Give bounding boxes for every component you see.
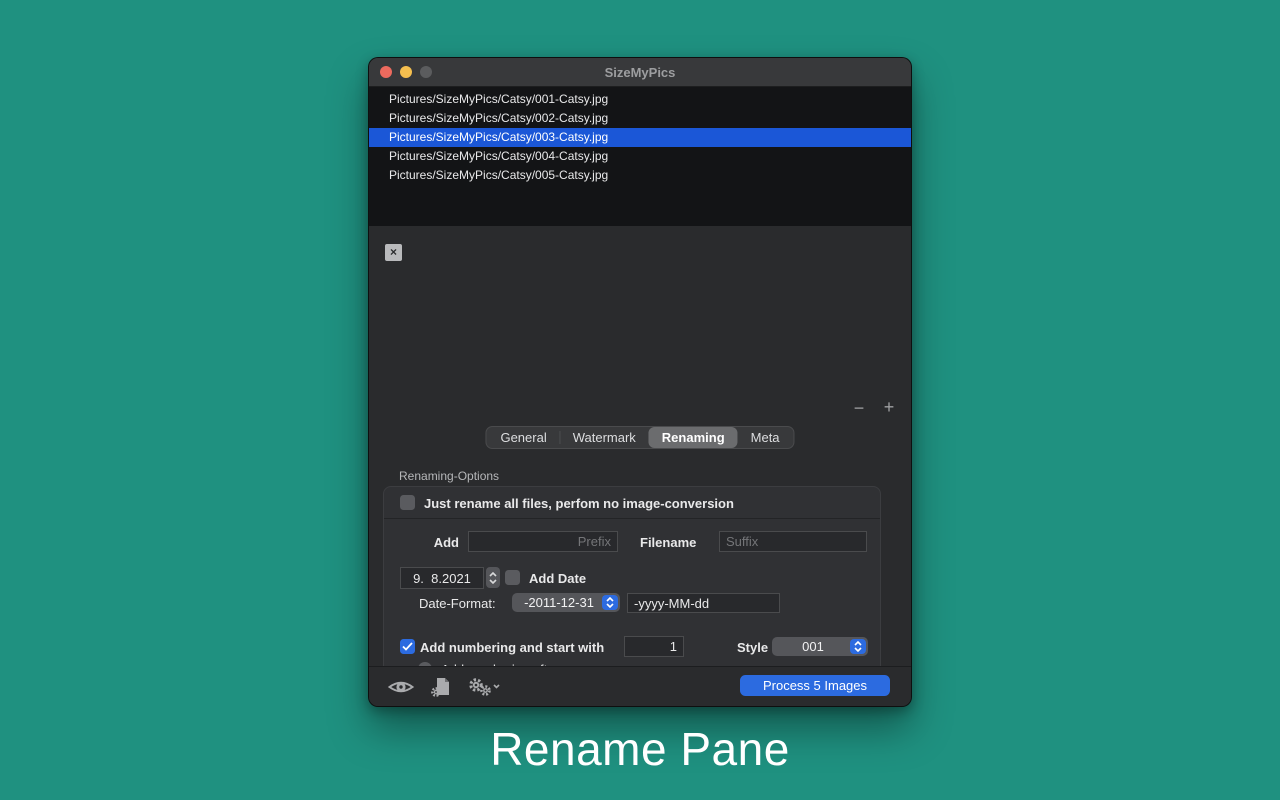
process-images-button[interactable]: Process 5 Images [740,675,890,696]
preview-eye-icon[interactable] [387,678,415,696]
date-format-custom-input[interactable] [627,593,780,613]
settings-pane: × − + General Watermark Renaming Meta Re… [369,226,911,707]
file-list-item[interactable]: Pictures/SizeMyPics/Catsy/005-Catsy.jpg [369,166,911,185]
date-stepper[interactable] [486,567,500,588]
tab-general[interactable]: General [487,427,559,448]
just-rename-label: Just rename all files, perfom no image-c… [424,496,734,511]
renaming-options-label: Renaming-Options [399,469,499,483]
date-format-label: Date-Format: [419,596,496,611]
prefix-input[interactable] [468,531,618,552]
file-list-item[interactable]: Pictures/SizeMyPics/Catsy/001-Catsy.jpg [369,90,911,109]
just-rename-checkbox[interactable] [400,495,415,510]
style-label: Style [737,640,768,655]
bottom-toolbar: Process 5 Images [369,666,911,706]
tab-renaming[interactable]: Renaming [649,427,738,448]
caption-text: Rename Pane [0,722,1280,776]
tab-meta[interactable]: Meta [738,427,793,448]
convert-document-icon[interactable] [429,676,453,698]
tab-watermark[interactable]: Watermark [560,427,649,448]
chevron-up-icon [489,572,497,577]
chevron-down-icon [489,579,497,584]
rename-all-checkbox[interactable] [400,706,415,707]
file-list-item[interactable]: Pictures/SizeMyPics/Catsy/002-Catsy.jpg [369,109,911,128]
suffix-input[interactable] [719,531,867,552]
add-label: Add [384,535,459,550]
remove-file-button[interactable]: − [847,399,871,419]
check-icon [402,642,413,651]
window-title: SizeMyPics [369,65,911,80]
add-date-checkbox[interactable] [505,570,520,585]
add-file-button[interactable]: + [877,398,901,418]
numbering-start-input[interactable] [624,636,684,657]
date-format-popup[interactable]: -2011-12-31 [512,593,620,612]
broken-image-placeholder-icon: × [385,244,402,261]
filename-label: Filename [640,535,696,550]
style-popup-value: 001 [772,639,850,654]
popup-stepper-icon [850,639,866,654]
date-format-popup-value: -2011-12-31 [512,595,602,610]
group-divider [384,518,880,519]
add-date-label: Add Date [529,571,586,586]
chevron-down-icon [494,685,499,688]
app-window: SizeMyPics Pictures/SizeMyPics/Catsy/001… [368,57,912,707]
process-gears-menu-icon[interactable] [467,676,501,698]
add-numbering-checkbox[interactable] [400,639,415,654]
file-list[interactable]: Pictures/SizeMyPics/Catsy/001-Catsy.jpg … [369,87,911,226]
add-numbering-label: Add numbering and start with [420,640,604,655]
popup-stepper-icon [602,595,618,610]
tab-bar: General Watermark Renaming Meta [485,426,794,449]
style-popup[interactable]: 001 [772,637,868,656]
file-list-item[interactable]: Pictures/SizeMyPics/Catsy/004-Catsy.jpg [369,147,911,166]
title-bar[interactable]: SizeMyPics [369,58,911,87]
file-list-item-selected[interactable]: Pictures/SizeMyPics/Catsy/003-Catsy.jpg [369,128,911,147]
date-input[interactable] [400,567,484,589]
